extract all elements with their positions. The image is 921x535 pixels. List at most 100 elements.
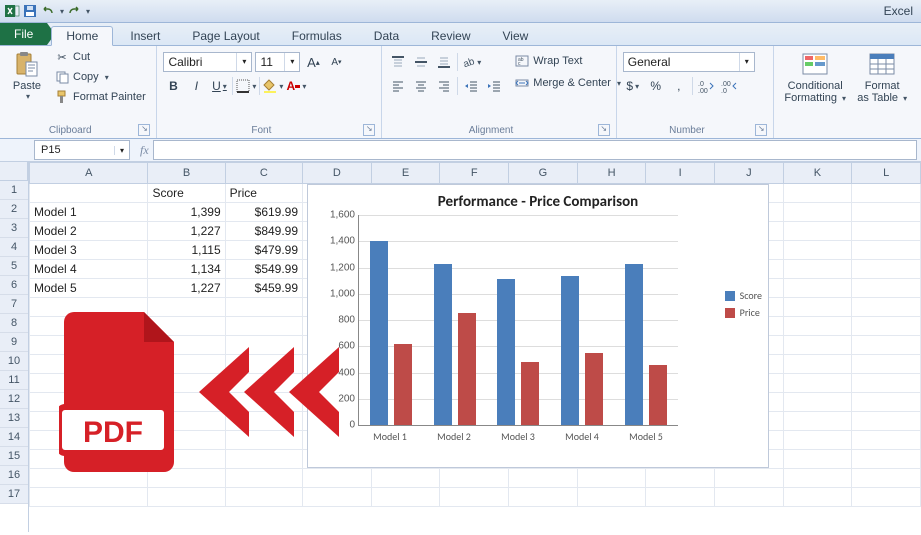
fx-icon[interactable]: fx: [140, 143, 149, 158]
align-middle-icon[interactable]: [411, 52, 431, 72]
cell[interactable]: [852, 222, 921, 241]
cell[interactable]: [852, 431, 921, 450]
row-header[interactable]: 3: [0, 219, 28, 238]
format-painter-button[interactable]: Format Painter: [52, 88, 149, 106]
select-all-corner[interactable]: [0, 162, 28, 181]
increase-indent-icon[interactable]: [484, 76, 504, 96]
cell[interactable]: [852, 393, 921, 412]
cell[interactable]: [852, 279, 921, 298]
tab-data[interactable]: Data: [359, 26, 414, 45]
cell[interactable]: [783, 203, 852, 222]
row-header[interactable]: 5: [0, 257, 28, 276]
cell[interactable]: [852, 355, 921, 374]
cell[interactable]: [30, 488, 148, 507]
col-header[interactable]: K: [783, 163, 852, 184]
col-header[interactable]: C: [225, 163, 302, 184]
paste-button[interactable]: Paste ▾: [6, 48, 48, 101]
cell[interactable]: [646, 488, 715, 507]
cell[interactable]: [225, 488, 302, 507]
cell[interactable]: [303, 488, 372, 507]
col-header[interactable]: F: [440, 163, 509, 184]
cell[interactable]: [783, 241, 852, 260]
cell[interactable]: 1,227: [148, 222, 225, 241]
cell[interactable]: [715, 488, 784, 507]
cell[interactable]: [646, 469, 715, 488]
cell[interactable]: [852, 241, 921, 260]
cell[interactable]: $849.99: [225, 222, 302, 241]
cell[interactable]: $479.99: [225, 241, 302, 260]
cell[interactable]: $459.99: [225, 279, 302, 298]
cell[interactable]: Price: [225, 184, 302, 203]
col-header[interactable]: J: [715, 163, 784, 184]
tab-page-layout[interactable]: Page Layout: [177, 26, 274, 45]
tab-view[interactable]: View: [488, 26, 544, 45]
align-left-icon[interactable]: [388, 76, 408, 96]
row-header[interactable]: 11: [0, 371, 28, 390]
cell[interactable]: [783, 355, 852, 374]
decrease-decimal-icon[interactable]: .00.0: [719, 76, 739, 96]
cell[interactable]: [783, 431, 852, 450]
col-header[interactable]: I: [646, 163, 715, 184]
col-header[interactable]: H: [577, 163, 646, 184]
formula-input[interactable]: [153, 140, 917, 160]
currency-button[interactable]: $▾: [623, 76, 643, 96]
col-header[interactable]: L: [852, 163, 921, 184]
undo-dropdown-icon[interactable]: ▾: [60, 7, 64, 16]
format-as-table-button[interactable]: Formatas Table ▾: [854, 48, 910, 105]
conditional-formatting-button[interactable]: ConditionalFormatting ▾: [780, 48, 850, 105]
cell[interactable]: [852, 203, 921, 222]
row-header[interactable]: 14: [0, 428, 28, 447]
cell[interactable]: [783, 450, 852, 469]
cell[interactable]: [783, 222, 852, 241]
save-icon[interactable]: [22, 3, 38, 19]
comma-style-button[interactable]: ,: [669, 76, 689, 96]
col-header[interactable]: D: [303, 163, 372, 184]
cell[interactable]: [440, 469, 509, 488]
col-header[interactable]: G: [509, 163, 578, 184]
cell[interactable]: [783, 488, 852, 507]
tab-review[interactable]: Review: [416, 26, 485, 45]
cell[interactable]: [509, 488, 578, 507]
orientation-button[interactable]: ab▾: [461, 52, 481, 72]
cell[interactable]: Model 3: [30, 241, 148, 260]
row-header[interactable]: 10: [0, 352, 28, 371]
bold-button[interactable]: B: [163, 76, 183, 96]
cell[interactable]: [852, 336, 921, 355]
align-right-icon[interactable]: [434, 76, 454, 96]
row-header[interactable]: 4: [0, 238, 28, 257]
undo-icon[interactable]: [40, 3, 56, 19]
cell[interactable]: [852, 488, 921, 507]
cell[interactable]: [783, 374, 852, 393]
cell[interactable]: [852, 298, 921, 317]
font-color-button[interactable]: A▾: [286, 76, 306, 96]
underline-button[interactable]: U▾: [209, 76, 229, 96]
cell[interactable]: [852, 184, 921, 203]
cell[interactable]: [577, 488, 646, 507]
row-header[interactable]: 2: [0, 200, 28, 219]
tab-home[interactable]: Home: [51, 26, 113, 46]
cell[interactable]: [783, 317, 852, 336]
font-size-dropdown[interactable]: 11 ▾: [255, 52, 300, 72]
cell[interactable]: [783, 279, 852, 298]
cell[interactable]: 1,134: [148, 260, 225, 279]
borders-button[interactable]: ▾: [236, 76, 256, 96]
cell[interactable]: [783, 260, 852, 279]
cell[interactable]: Model 2: [30, 222, 148, 241]
cell[interactable]: [783, 393, 852, 412]
cell[interactable]: [852, 412, 921, 431]
row-header[interactable]: 16: [0, 466, 28, 485]
row-header[interactable]: 1: [0, 181, 28, 200]
cell[interactable]: [852, 469, 921, 488]
cell[interactable]: [509, 469, 578, 488]
col-header[interactable]: B: [148, 163, 225, 184]
dialog-launcher-icon[interactable]: ↘: [138, 124, 150, 136]
dialog-launcher-icon[interactable]: ↘: [363, 124, 375, 136]
redo-icon[interactable]: [66, 3, 82, 19]
col-header[interactable]: E: [371, 163, 440, 184]
dialog-launcher-icon[interactable]: ↘: [755, 124, 767, 136]
cell[interactable]: 1,227: [148, 279, 225, 298]
cell[interactable]: [577, 469, 646, 488]
dialog-launcher-icon[interactable]: ↘: [598, 124, 610, 136]
align-bottom-icon[interactable]: [434, 52, 454, 72]
cell[interactable]: 1,399: [148, 203, 225, 222]
